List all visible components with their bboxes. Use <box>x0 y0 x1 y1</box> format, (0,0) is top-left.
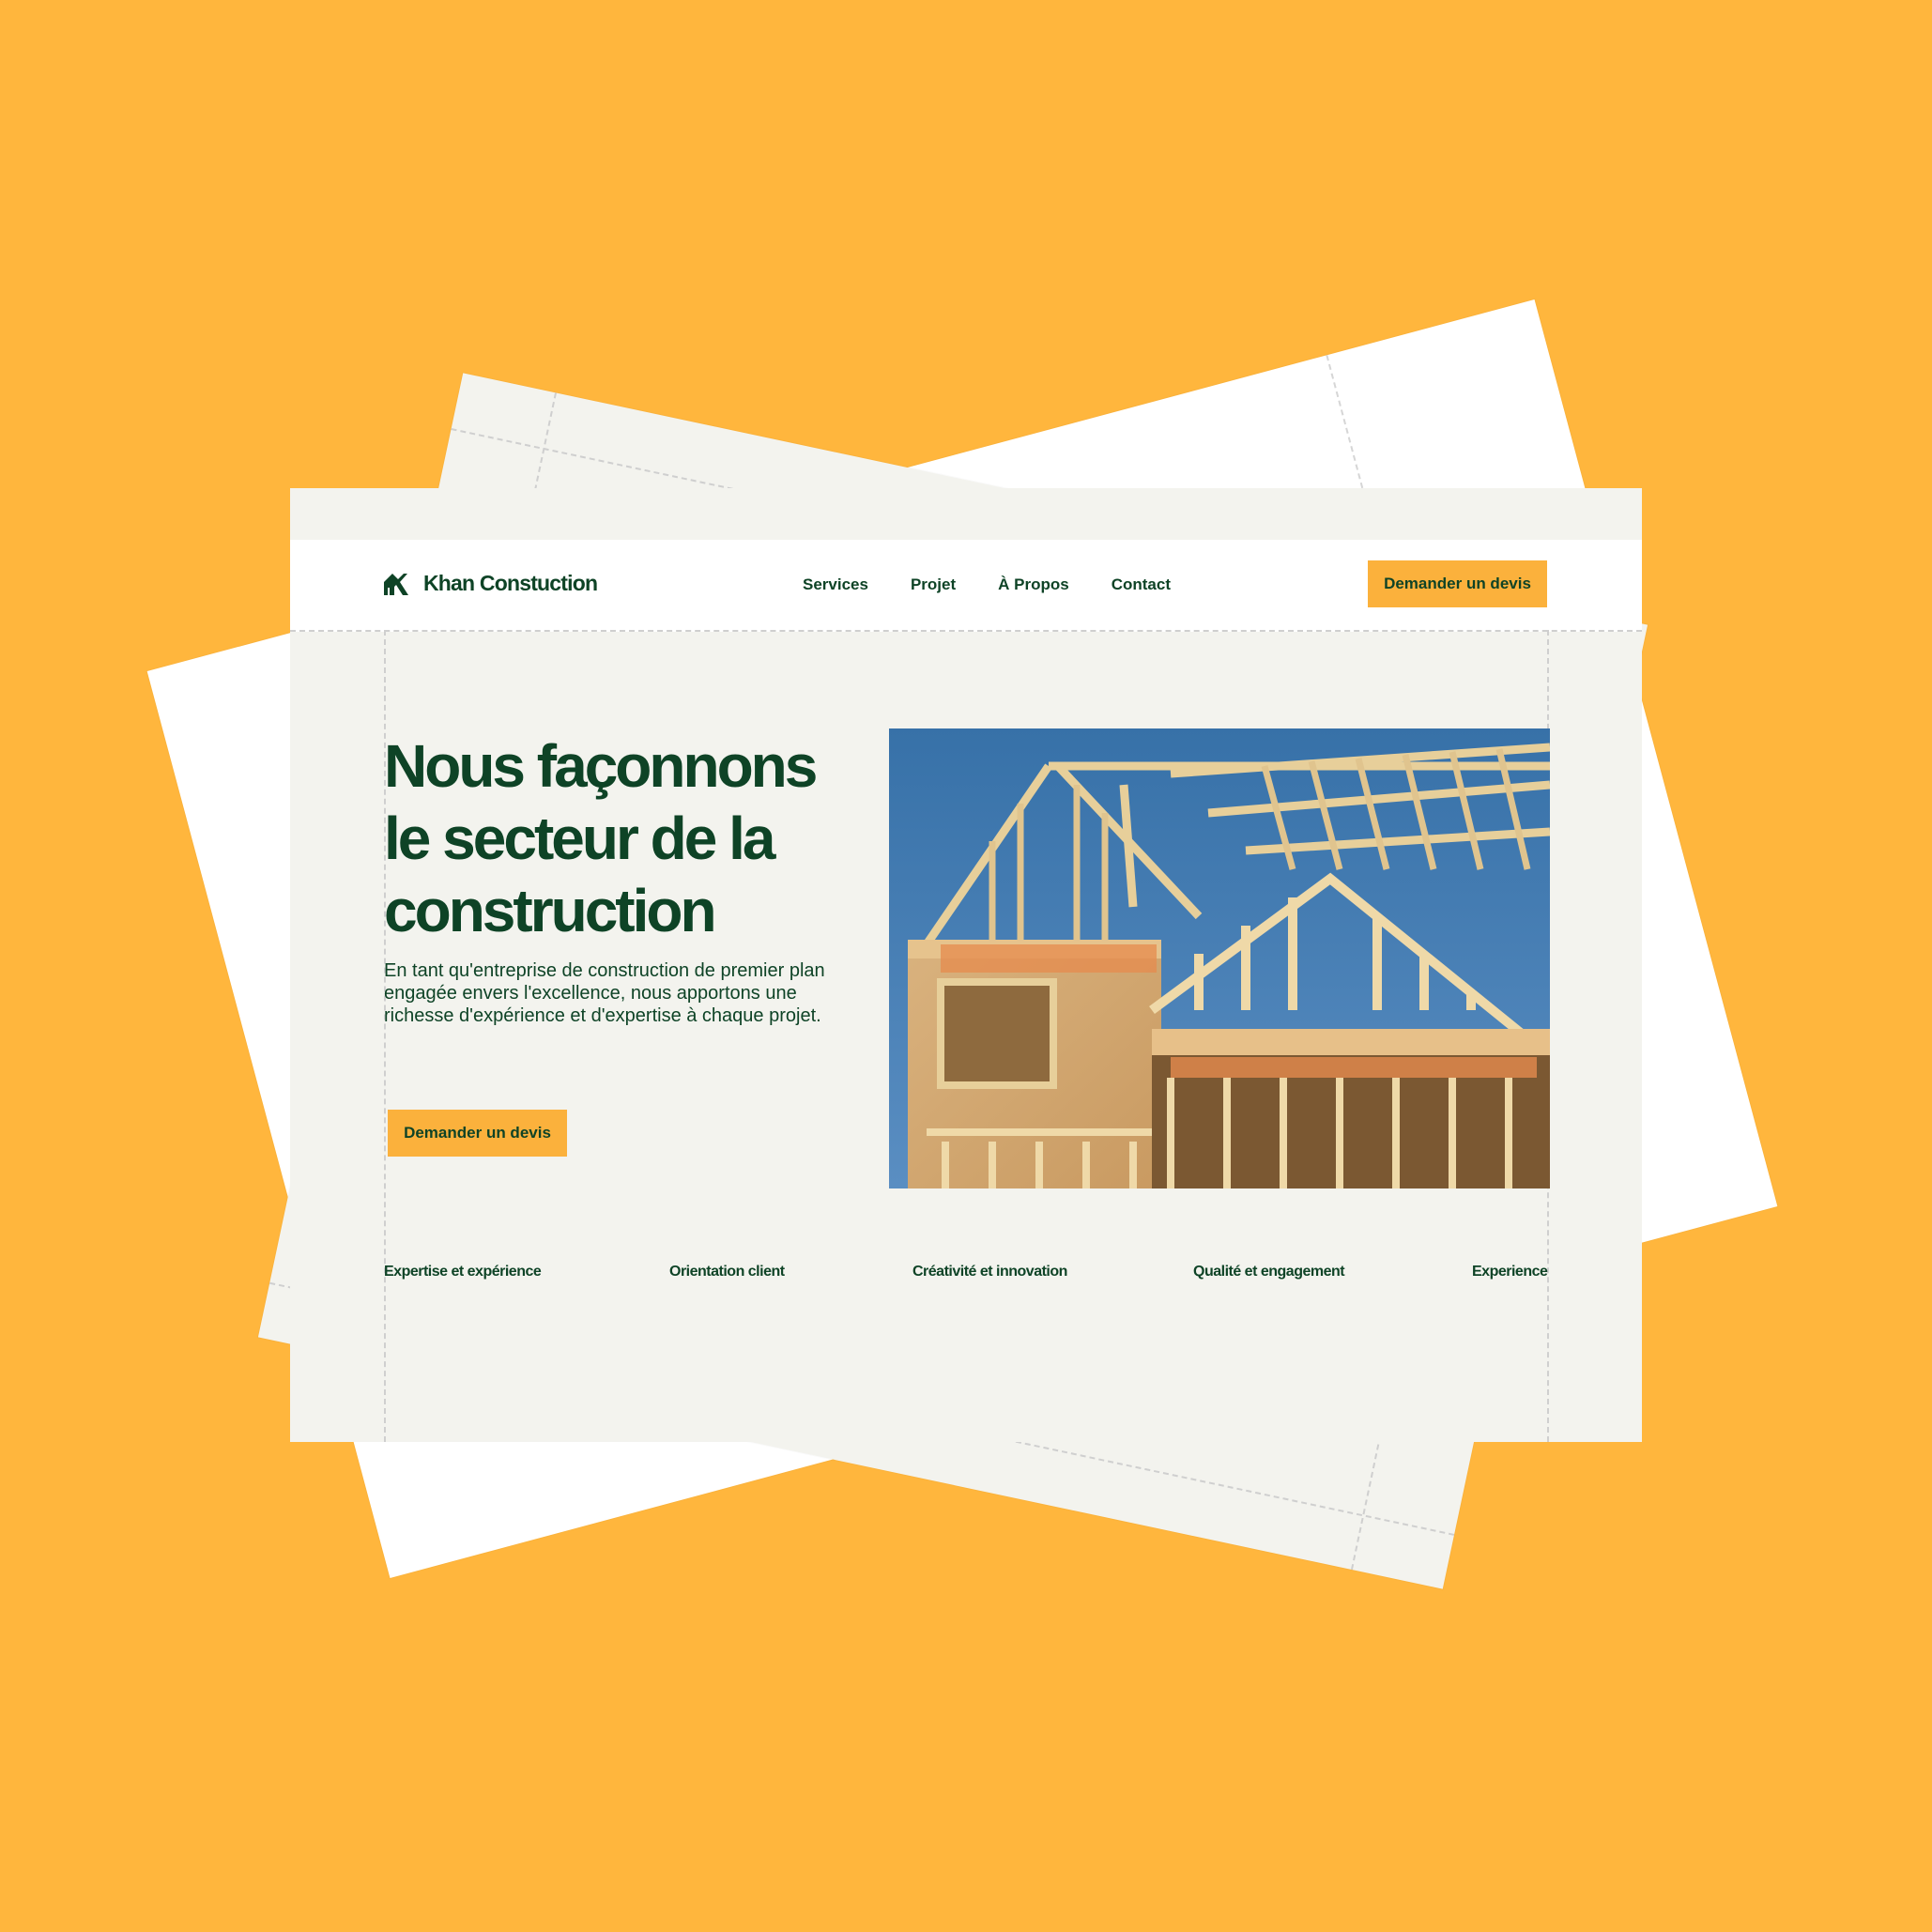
logo-house-icon <box>384 573 408 595</box>
feature-item: Créativité et innovation <box>912 1264 1067 1280</box>
quote-request-button-hero[interactable]: Demander un devis <box>388 1110 567 1157</box>
feature-item: Qualité et engagement <box>1193 1264 1345 1280</box>
quote-request-button-nav[interactable]: Demander un devis <box>1368 560 1547 607</box>
hero-image <box>889 728 1550 1188</box>
landing-page: Khan Constuction Services Projet À Propo… <box>290 488 1642 1442</box>
nav-menu: Services Projet À Propos Contact <box>803 575 1171 594</box>
features-row: Expertise et expérience Orientation clie… <box>384 1264 1548 1286</box>
nav-item-services[interactable]: Services <box>803 575 868 594</box>
hero-description: En tant qu'entreprise de construction de… <box>384 960 825 1026</box>
logo[interactable]: Khan Constuction <box>384 571 598 596</box>
nav-item-a-propos[interactable]: À Propos <box>998 575 1069 594</box>
feature-item: Experience <box>1472 1264 1548 1280</box>
feature-item: Orientation client <box>669 1264 785 1280</box>
logo-text: Khan Constuction <box>423 571 598 595</box>
hero-title: Nous façonnons le secteur de la construc… <box>384 732 818 944</box>
navbar: Khan Constuction Services Projet À Propo… <box>290 540 1642 632</box>
feature-item: Expertise et expérience <box>384 1264 542 1280</box>
nav-item-projet[interactable]: Projet <box>911 575 956 594</box>
page-top-strip <box>290 488 1642 540</box>
nav-item-contact[interactable]: Contact <box>1112 575 1171 594</box>
house-frame-photo-icon <box>889 728 1550 1188</box>
